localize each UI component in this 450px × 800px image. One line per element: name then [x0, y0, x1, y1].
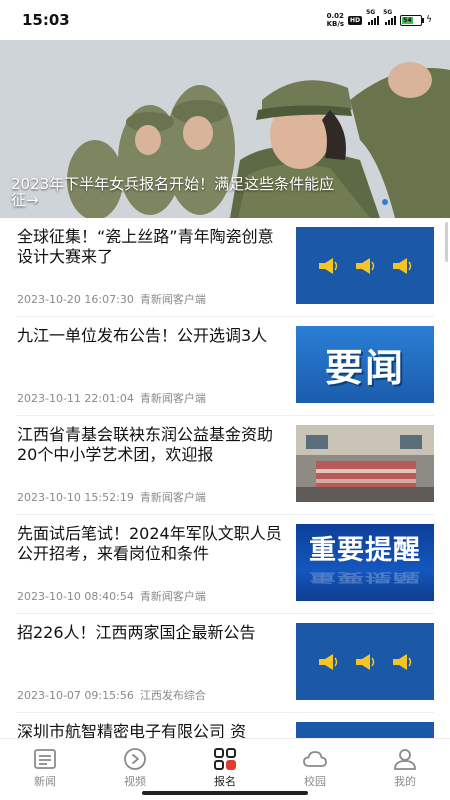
sim2-label: 5G [383, 9, 393, 16]
news-title[interactable]: 九江一单位发布公告！公开选调3人 [17, 326, 285, 346]
news-meta: 2023-10-11 22:01:04 青新闻客户端 [17, 390, 206, 406]
event-photo [296, 425, 434, 502]
thumbnail-text: 重要提醒 [309, 534, 421, 566]
thumbnail-text-reflection: 重要提醒 [309, 569, 421, 584]
charging-icon: ϟ [426, 15, 432, 25]
megaphone-icon [355, 653, 375, 670]
hd-badge: HD [348, 15, 363, 25]
thumbnail-text: 要闻 [324, 346, 405, 390]
news-item[interactable]: 九江一单位发布公告！公开选调3人 2023-10-11 22:01:04 青新闻客… [16, 317, 434, 416]
home-indicator[interactable] [142, 791, 308, 795]
banner-caption[interactable]: 2023年下半年女兵报名开始！满足这些条件能应征→ [11, 176, 341, 208]
news-meta: 2023-10-10 08:40:54 青新闻客户端 [17, 588, 206, 604]
news-time: 2023-10-11 22:01:04 [17, 392, 134, 405]
battery-icon: 54 ϟ [400, 14, 432, 26]
tab-mine[interactable]: 我的 [360, 739, 450, 800]
network-speed-value: 0.02 [326, 12, 344, 20]
megaphone-icon [319, 653, 338, 670]
news-thumbnail[interactable] [296, 227, 434, 304]
signal-icon: 5G [366, 9, 380, 25]
news-source: 青新闻客户端 [139, 491, 206, 504]
carousel-indicator-dot [382, 199, 388, 205]
news-title[interactable]: 招226人！江西两家国企最新公告 [17, 623, 285, 643]
news-title[interactable]: 江西省青基会联袂东润公益基金资助20个中小学艺术团，欢迎报 [17, 425, 285, 465]
news-item[interactable]: 招226人！江西两家国企最新公告 2023-10-07 09:15:56 江西发布… [16, 614, 434, 713]
status-indicators: 0.02 KB/s HD 5G 5G 54 ϟ [327, 9, 432, 28]
news-source: 青新闻客户端 [139, 293, 206, 306]
megaphone-icon [392, 653, 411, 670]
news-time: 2023-10-10 08:40:54 [17, 590, 134, 603]
tab-news[interactable]: 新闻 [0, 739, 90, 800]
tab-label: 视频 [124, 775, 146, 788]
news-time: 2023-10-07 09:15:56 [17, 689, 134, 702]
news-time: 2023-10-20 16:07:30 [17, 293, 134, 306]
news-item[interactable]: 江西省青基会联袂东润公益基金资助20个中小学艺术团，欢迎报 2023-10-10… [16, 416, 434, 515]
top-banner[interactable]: 2023年下半年女兵报名开始！满足这些条件能应征→ [0, 40, 450, 218]
status-bar: 15:03 0.02 KB/s HD 5G 5G 54 ϟ [0, 0, 450, 40]
sim1-label: 5G [366, 9, 376, 16]
cloud-icon [303, 751, 327, 767]
tab-label: 校园 [304, 775, 326, 788]
network-speed: 0.02 KB/s [327, 12, 344, 28]
network-speed-unit: KB/s [326, 20, 345, 28]
tab-label: 我的 [394, 775, 416, 788]
news-item[interactable]: 先面试后笔试！2024年军队文职人员公开招考，来看岗位和条件 2023-10-1… [16, 515, 434, 614]
news-title[interactable]: 先面试后笔试！2024年军队文职人员公开招考，来看岗位和条件 [17, 524, 285, 564]
news-meta: 2023-10-20 16:07:30 青新闻客户端 [17, 291, 206, 307]
news-title[interactable]: 全球征集！“瓷上丝路”青年陶瓷创意设计大赛来了 [17, 227, 285, 267]
news-list: 全球征集！“瓷上丝路”青年陶瓷创意设计大赛来了 2023-10-20 16:07… [0, 218, 450, 800]
tab-label: 报名 [214, 775, 236, 788]
news-thumbnail[interactable]: 要闻 [296, 326, 434, 403]
person-icon [394, 749, 416, 770]
news-meta: 2023-10-07 09:15:56 江西发布综合 [17, 687, 206, 703]
news-item[interactable]: 全球征集！“瓷上丝路”青年陶瓷创意设计大赛来了 2023-10-20 16:07… [16, 218, 434, 317]
megaphone-icon [319, 257, 338, 274]
signal-icon: 5G [383, 9, 397, 25]
megaphone-icon [392, 257, 411, 274]
news-source: 青新闻客户端 [139, 392, 206, 405]
grid-icon [214, 748, 236, 770]
news-thumbnail[interactable] [296, 425, 434, 502]
news-icon [34, 749, 56, 769]
status-time: 15:03 [22, 11, 70, 29]
news-thumbnail[interactable]: 重要提醒 重要提醒 [296, 524, 434, 601]
news-time: 2023-10-10 15:52:19 [17, 491, 134, 504]
news-meta: 2023-10-10 15:52:19 青新闻客户端 [17, 489, 206, 505]
tab-label: 新闻 [34, 775, 56, 788]
news-source: 青新闻客户端 [139, 590, 206, 603]
battery-level: 54 [402, 16, 413, 24]
news-thumbnail[interactable] [296, 623, 434, 700]
megaphone-icon [355, 257, 375, 274]
news-source: 江西发布综合 [139, 689, 206, 702]
video-play-icon [124, 748, 146, 770]
